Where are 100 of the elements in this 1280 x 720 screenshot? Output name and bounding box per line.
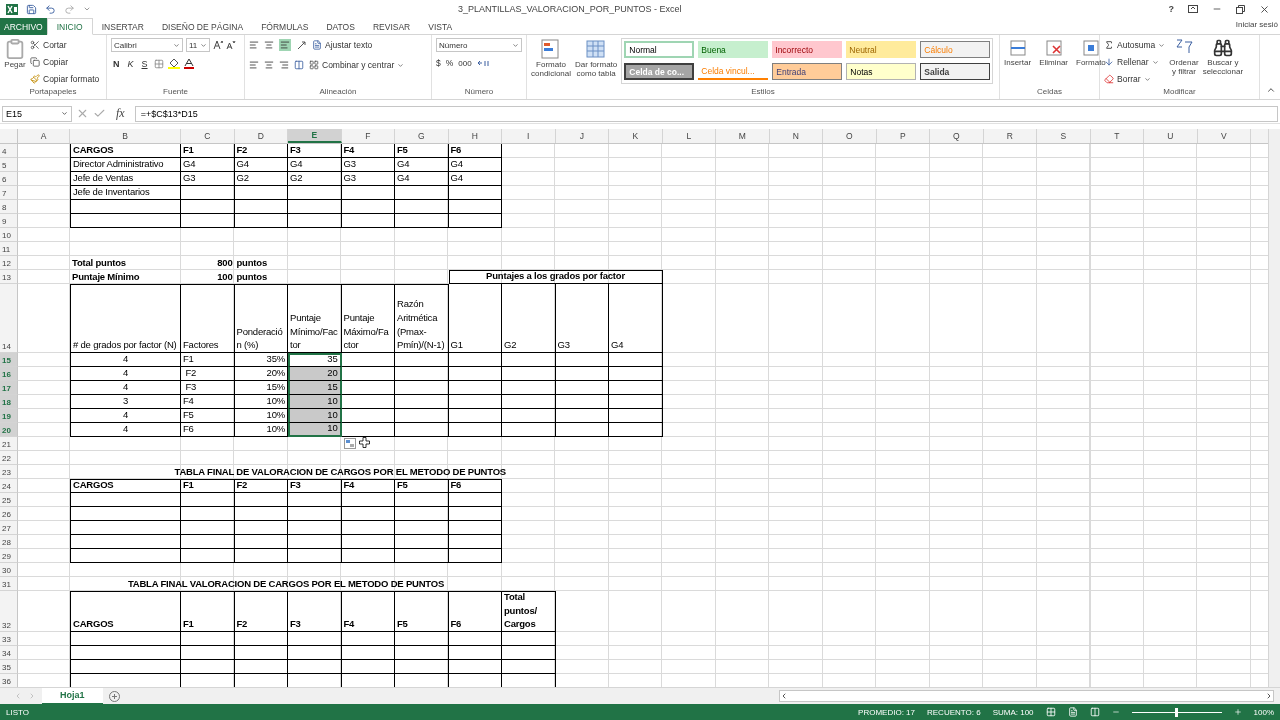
sort-filter-button[interactable]: Ordenar y filtrar <box>1169 38 1199 87</box>
bold-button[interactable]: N <box>111 58 122 69</box>
column-header[interactable]: N <box>769 129 823 143</box>
find-select-button[interactable]: Buscar y seleccionar <box>1202 38 1244 87</box>
orientation-icon[interactable] <box>296 40 307 50</box>
number-format-field[interactable]: Número <box>436 38 522 52</box>
row-header[interactable]: 18 <box>0 395 18 409</box>
fill-color-icon[interactable] <box>167 58 180 69</box>
column-header[interactable]: T <box>1090 129 1144 143</box>
align-right-icon[interactable] <box>279 60 289 70</box>
font-name-field[interactable]: Calibri <box>111 38 183 52</box>
ribbon-tab[interactable]: ARCHIVO <box>0 18 47 35</box>
column-header[interactable]: L <box>662 129 716 143</box>
conditional-format-button[interactable]: Formato condicional <box>531 38 572 87</box>
row-header[interactable]: 22 <box>0 451 18 465</box>
column-header[interactable]: B <box>70 129 181 143</box>
shrink-font-icon[interactable] <box>226 40 236 50</box>
ribbon-tab[interactable]: VISTA <box>419 18 462 35</box>
formula-field[interactable]: =+$C$13*D15 <box>134 105 1278 122</box>
insert-function-button[interactable]: fx <box>110 106 131 121</box>
indent-icon[interactable] <box>294 60 304 70</box>
row-header[interactable]: 20 <box>0 423 18 437</box>
zoom-in-icon[interactable] <box>1233 708 1242 716</box>
column-header[interactable]: G <box>395 129 449 143</box>
row-header[interactable]: 19 <box>0 409 18 423</box>
currency-button[interactable]: $ <box>436 58 441 68</box>
column-header[interactable]: S <box>1037 129 1091 143</box>
column-header[interactable]: R <box>983 129 1037 143</box>
row-header[interactable]: 27 <box>0 521 18 535</box>
row-header[interactable]: 5 <box>0 158 18 172</box>
row-header[interactable]: 24 <box>0 479 18 493</box>
row-header[interactable]: 35 <box>0 660 18 674</box>
cell-style[interactable]: Neutral <box>846 41 917 58</box>
row-header[interactable]: 16 <box>0 367 18 381</box>
horizontal-scrollbar[interactable] <box>779 690 1274 702</box>
decimal-icon[interactable] <box>476 58 491 68</box>
insert-button[interactable]: Insertar <box>1004 38 1032 87</box>
autosum-button[interactable]: Autosuma <box>1104 38 1166 52</box>
row-header[interactable]: 11 <box>0 242 18 256</box>
ribbon-tab[interactable]: FÓRMULAS <box>252 18 318 35</box>
column-header[interactable]: C <box>181 129 235 143</box>
clear-button[interactable]: Borrar <box>1104 72 1166 86</box>
normal-view-icon[interactable] <box>1045 707 1056 717</box>
align-middle-icon[interactable] <box>264 40 274 50</box>
ribbon-tab[interactable]: INICIO <box>46 18 93 35</box>
cell-style[interactable]: Incorrecto <box>772 41 843 58</box>
cell-style[interactable]: Notas <box>846 63 917 80</box>
excel-logo-icon[interactable] <box>6 3 18 15</box>
customize-caret-icon[interactable] <box>83 5 91 13</box>
row-header[interactable]: 6 <box>0 172 18 186</box>
add-sheet-icon[interactable] <box>108 690 120 702</box>
zoom-out-icon[interactable] <box>1111 708 1120 716</box>
row-header[interactable]: 31 <box>0 577 18 591</box>
cancel-icon[interactable] <box>76 107 89 120</box>
collapse-ribbon-icon[interactable] <box>1266 85 1276 95</box>
row-header[interactable]: 28 <box>0 535 18 549</box>
column-header[interactable]: A <box>18 129 70 143</box>
cell-style[interactable]: Entrada <box>772 63 843 80</box>
row-header[interactable]: 12 <box>0 256 18 270</box>
row-header[interactable]: 29 <box>0 549 18 563</box>
underline-button[interactable]: S <box>139 58 150 69</box>
restore-icon[interactable] <box>1236 4 1245 14</box>
row-header[interactable]: 7 <box>0 186 18 200</box>
row-header[interactable]: 23 <box>0 465 18 479</box>
font-size-field[interactable]: 11 <box>186 38 210 52</box>
column-header[interactable]: H <box>448 129 502 143</box>
zoom-thumb[interactable] <box>1175 707 1179 717</box>
cell-style[interactable]: Buena <box>698 41 769 58</box>
merge-center-button[interactable]: Combinar y centrar <box>309 58 405 72</box>
column-header[interactable]: F <box>341 129 395 143</box>
cell-style[interactable]: Normal <box>624 41 695 58</box>
close-icon[interactable] <box>1259 3 1270 15</box>
selected-cell[interactable]: 10 <box>288 423 342 437</box>
sign-in-link[interactable]: Iniciar sesió <box>1235 20 1278 29</box>
row-header[interactable]: 4 <box>0 144 18 158</box>
row-header[interactable]: 8 <box>0 200 18 214</box>
row-header[interactable]: 33 <box>0 632 18 646</box>
column-header[interactable]: P <box>876 129 930 143</box>
align-center-icon[interactable] <box>264 60 274 70</box>
format-button[interactable]: Formato <box>1076 38 1106 87</box>
ribbon-tab[interactable]: INSERTAR <box>92 18 153 35</box>
align-left-icon[interactable] <box>249 60 259 70</box>
ribbon-tab[interactable]: DISEÑO DE PÁGINA <box>152 18 253 35</box>
ribbon-display-icon[interactable] <box>1188 5 1198 13</box>
column-header[interactable]: M <box>716 129 770 143</box>
column-header[interactable]: I <box>502 129 556 143</box>
italic-button[interactable]: K <box>125 58 136 69</box>
paste-button[interactable]: Pegar <box>4 38 26 87</box>
delete-button[interactable]: Eliminar <box>1039 38 1069 87</box>
format-as-table-button[interactable]: Dar formato como tabla <box>575 38 618 87</box>
cell-style[interactable]: Salida <box>920 63 991 80</box>
percent-button[interactable]: % <box>445 58 454 68</box>
selected-cell[interactable]: 15 <box>288 381 342 395</box>
selected-cell[interactable]: 10 <box>288 409 342 423</box>
sheet-tab[interactable]: Hoja1 <box>42 687 103 705</box>
ribbon-tab[interactable]: REVISAR <box>363 18 420 35</box>
font-color-icon[interactable] <box>183 58 194 69</box>
row-header[interactable]: 13 <box>0 270 18 284</box>
quick-analysis-icon[interactable] <box>343 438 356 449</box>
column-header[interactable]: V <box>1197 129 1251 143</box>
